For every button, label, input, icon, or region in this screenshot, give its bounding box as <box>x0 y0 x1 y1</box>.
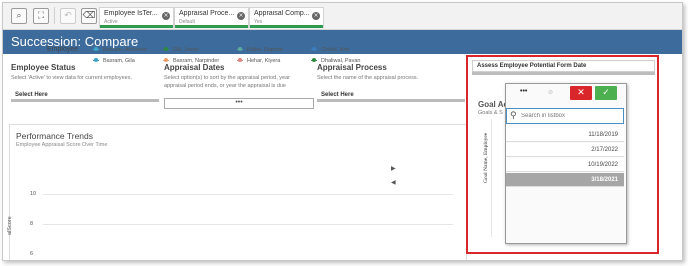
employee-status-select[interactable]: Select Here <box>11 89 159 102</box>
legend-title: Employee <box>47 46 79 53</box>
appraisal-dates-more-button[interactable]: ••• <box>164 98 314 109</box>
close-icon[interactable]: × <box>162 12 170 20</box>
legend-item[interactable]: Gill, Jovan <box>163 47 199 53</box>
y-tick: 8 <box>30 221 34 227</box>
y-tick: 10 <box>30 191 37 197</box>
legend-item[interactable]: Dhaliwal, Pavan <box>311 58 360 64</box>
legend-marker <box>93 47 99 52</box>
legend-prev-icon[interactable]: ◀ <box>391 179 396 186</box>
y-axis-label: alScore <box>7 216 13 235</box>
legend-item[interactable]: Hehar, Kiyera <box>237 58 280 64</box>
appraisal-process-desc: Select the name of the appraisal process… <box>317 75 419 81</box>
legend-label: Basram, Gila <box>103 58 135 64</box>
legend-label: Hehar, Kiyera <box>247 58 281 64</box>
selections-tool-icon[interactable]: ⛶ <box>33 8 49 24</box>
appraisal-dates-desc: Select option(s) to sort by the appraisa… <box>164 75 290 89</box>
legend-item[interactable]: Blake, Daphne <box>237 47 283 53</box>
legend-next-icon[interactable]: ▶ <box>391 165 396 172</box>
performance-subtitle: Employee Appraisal Score Over Time <box>16 142 108 148</box>
selections-toolbar: ⌕ ⛶ ↶ ⌫ Employee IsTer... Active × Appra… <box>3 3 682 30</box>
gridline <box>43 224 453 225</box>
legend-label: Chahil, Kim <box>321 47 350 53</box>
highlight-frame <box>466 55 659 254</box>
close-icon[interactable]: × <box>237 12 245 20</box>
employee-status-desc: Select 'Active' to view data for current… <box>11 75 133 81</box>
gridline <box>43 194 453 195</box>
toolbar-divider <box>54 7 55 24</box>
legend-marker <box>311 58 317 63</box>
legend-label: Dhaliwal, Pavan <box>321 58 361 64</box>
legend-item[interactable]: Basram, Gila <box>93 58 135 64</box>
selection-tab-field: Appraisal Comp... <box>254 10 310 17</box>
selection-tab-appraisal-complete[interactable]: Appraisal Comp... Yes × <box>249 7 324 28</box>
selection-tab-bar <box>100 25 173 28</box>
legend-marker <box>163 58 169 63</box>
appraisal-process-title: Appraisal Process <box>317 63 387 72</box>
legend-marker <box>93 58 99 63</box>
selection-tab-bar <box>250 25 323 28</box>
legend-label: Basram, Narpinder <box>173 58 220 64</box>
close-icon[interactable]: × <box>312 12 320 20</box>
legend-marker <box>237 47 243 52</box>
selection-tab-employee-isterminated[interactable]: Employee IsTer... Active × <box>99 7 174 28</box>
y-tick: 6 <box>30 251 34 257</box>
selection-tab-field: Employee IsTer... <box>104 10 158 17</box>
app-window: ⌕ ⛶ ↶ ⌫ Employee IsTer... Active × Appra… <box>2 2 683 261</box>
legend-marker <box>163 47 169 52</box>
legend-item[interactable]: Basram, Ambreen <box>93 47 147 53</box>
selection-tab-field: Appraisal Proce... <box>179 10 235 17</box>
legend-marker <box>237 58 243 63</box>
appraisal-dates-title: Appraisal Dates <box>164 63 225 72</box>
selection-tab-appraisal-process[interactable]: Appraisal Proce... Default × <box>174 7 249 28</box>
performance-title: Performance Trends <box>16 131 94 141</box>
performance-trends-panel: Performance Trends Employee Appraisal Sc… <box>9 124 467 260</box>
smart-search-icon[interactable]: ⌕ <box>11 8 27 24</box>
legend-item[interactable]: Basram, Narpinder <box>163 58 219 64</box>
legend-label: Basram, Ambreen <box>103 47 148 53</box>
step-back-icon[interactable]: ↶ <box>60 8 76 24</box>
selection-tab-bar <box>175 25 248 28</box>
legend-marker <box>311 47 317 52</box>
appraisal-process-select[interactable]: Select Here <box>317 89 465 102</box>
legend-label: Gill, Jovan <box>173 47 199 53</box>
legend-item[interactable]: Chahil, Kim <box>311 47 349 53</box>
legend-label: Blake, Daphne <box>247 47 284 53</box>
clear-all-icon[interactable]: ⌫ <box>81 8 97 24</box>
employee-status-title: Employee Status <box>11 63 76 72</box>
